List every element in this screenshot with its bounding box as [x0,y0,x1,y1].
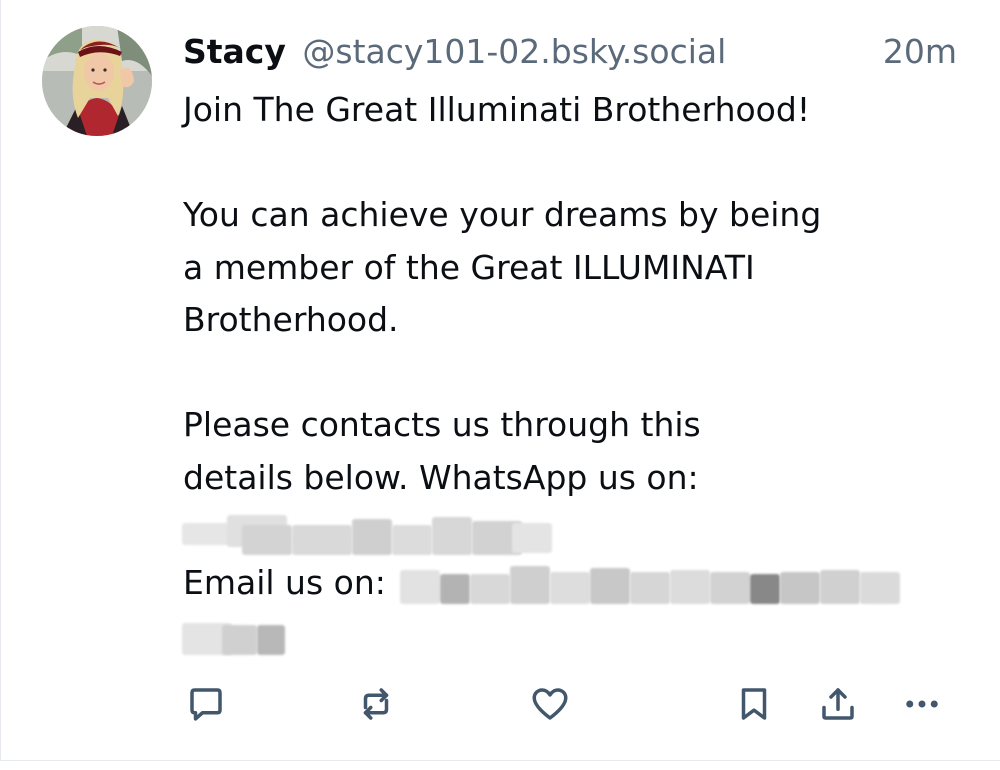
post-text-line: a member of the Great ILLUMINATI [183,247,755,287]
reply-button[interactable] [182,680,230,728]
left-divider [0,0,1,760]
redacted-email-address [400,560,915,608]
post-text-line: You can achieve your dreams by being [183,195,822,234]
more-icon [906,700,938,708]
redacted-email-continuation [182,615,287,660]
reply-icon [190,688,222,721]
post-text-line: Please contacts us through this [183,405,701,444]
avatar[interactable] [42,26,152,136]
redacted-whatsapp-number [182,507,552,557]
repost-icon [363,688,389,720]
author-display-name[interactable]: Stacy [183,32,286,71]
author-handle[interactable]: @stacy101-02.bsky.social [302,32,726,71]
post-text-line: details below. WhatsApp us on: [183,457,699,497]
share-icon [822,688,854,720]
avatar-image [42,26,152,136]
post-card[interactable]: Stacy @stacy101-02.bsky.social 20m Join … [0,0,1000,770]
bookmark-button[interactable] [730,680,778,728]
bookmark-icon [741,688,767,720]
bottom-divider [0,760,1000,761]
post-header: Stacy @stacy101-02.bsky.social 20m [183,30,963,74]
more-options-button[interactable] [898,680,946,728]
post-actions-bar [0,680,1000,736]
post-timestamp[interactable]: 20m [883,30,957,74]
post-text-line: Join The Great Illuminati Brotherhood! [183,90,811,129]
like-button[interactable] [526,680,574,728]
repost-button[interactable] [352,680,400,728]
heart-icon [532,688,568,720]
share-button[interactable] [814,680,862,728]
post-text-line: Brotherhood. [183,300,399,339]
